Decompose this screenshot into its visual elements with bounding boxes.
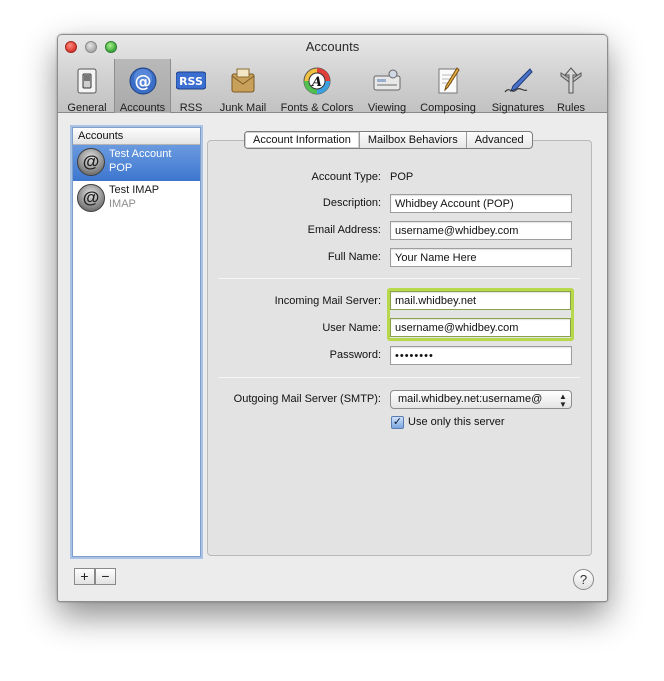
toolbar-viewing[interactable]: Viewing — [362, 63, 412, 114]
smtp-server-popup[interactable]: mail.whidbey.net:username@ ▲ ▼ — [390, 390, 572, 409]
toolbar-signatures[interactable]: Signatures — [486, 63, 550, 114]
tab-mailbox-behaviors[interactable]: Mailbox Behaviors — [358, 132, 466, 148]
account-name: Test IMAP — [109, 184, 160, 196]
incoming-server-label: Incoming Mail Server: — [274, 295, 381, 307]
signatures-icon — [504, 68, 533, 93]
rss-icon: RSS — [176, 71, 206, 90]
toolbar-general[interactable]: General — [64, 63, 110, 114]
password-field[interactable] — [390, 346, 572, 365]
toolbar-rss-label: RSS — [179, 102, 203, 114]
use-only-server-checkbox[interactable]: ✓ — [391, 416, 404, 429]
switch-icon — [77, 68, 97, 94]
toolbar-rss[interactable]: RSS RSS — [173, 63, 209, 114]
full-name-field[interactable] — [390, 248, 572, 267]
smtp-server-value: mail.whidbey.net:username@ — [398, 393, 543, 405]
toolbar-rules[interactable]: Rules — [552, 63, 590, 114]
svg-text:A: A — [310, 75, 322, 90]
toolbar-signatures-label: Signatures — [491, 102, 545, 114]
separator — [218, 278, 580, 279]
accounts-list[interactable]: Accounts @ Test Account POP @ Test IMAP … — [72, 127, 201, 557]
use-only-server-label: Use only this server — [408, 416, 505, 428]
viewing-icon — [373, 69, 401, 91]
toolbar-junk-mail-label: Junk Mail — [219, 102, 267, 114]
toolbar-composing-label: Composing — [420, 102, 476, 114]
email-address-field[interactable] — [390, 221, 572, 240]
add-account-button[interactable]: + — [74, 568, 95, 585]
at-sign-icon: @ — [77, 148, 105, 176]
user-name-label: User Name: — [322, 322, 381, 334]
toolbar-general-label: General — [67, 102, 107, 114]
toolbar-accounts-label: Accounts — [119, 102, 166, 114]
fonts-colors-icon: A — [303, 67, 331, 95]
account-type-value: POP — [390, 171, 414, 183]
email-address-label: Email Address: — [307, 224, 381, 236]
rules-icon — [560, 67, 582, 94]
account-type: IMAP — [109, 198, 136, 210]
description-field[interactable] — [390, 194, 572, 213]
at-sign-icon: @ — [129, 67, 156, 95]
account-name: Test Account — [109, 148, 172, 160]
accounts-window: Accounts General @ Accounts RSS RSS Junk… — [57, 34, 608, 602]
composing-icon — [438, 67, 460, 94]
account-item-test-imap[interactable]: @ Test IMAP IMAP — [73, 181, 200, 217]
toolbar: Accounts General @ Accounts RSS RSS Junk… — [58, 35, 607, 114]
incoming-server-field[interactable] — [390, 291, 571, 310]
remove-account-button[interactable]: − — [95, 568, 116, 585]
account-type-label: Account Type: — [311, 171, 381, 183]
user-name-field[interactable] — [390, 318, 571, 337]
help-button[interactable]: ? — [573, 569, 594, 590]
toolbar-accounts[interactable]: @ Accounts — [114, 59, 171, 114]
svg-text:RSS: RSS — [179, 75, 203, 88]
toolbar-fonts-colors-label: Fonts & Colors — [280, 102, 354, 114]
description-label: Description: — [322, 197, 381, 209]
tab-bar: Account Information Mailbox Behaviors Ad… — [244, 131, 533, 149]
popup-arrows-icon: ▲ ▼ — [559, 392, 567, 409]
toolbar-junk-mail[interactable]: Junk Mail — [214, 63, 272, 114]
tab-account-information[interactable]: Account Information — [245, 132, 359, 148]
window-title: Accounts — [305, 39, 360, 54]
password-label: Password: — [329, 349, 381, 361]
smtp-label: Outgoing Mail Server (SMTP): — [233, 393, 381, 405]
separator — [218, 377, 580, 378]
accounts-list-header: Accounts — [73, 128, 200, 145]
svg-text:@: @ — [134, 72, 151, 92]
toolbar-rules-label: Rules — [556, 102, 586, 114]
account-type: POP — [109, 162, 133, 174]
account-item-test-account[interactable]: @ Test Account POP — [73, 145, 200, 181]
tab-advanced[interactable]: Advanced — [465, 132, 532, 148]
toolbar-fonts-colors[interactable]: A Fonts & Colors — [275, 63, 359, 114]
toolbar-viewing-label: Viewing — [367, 102, 407, 114]
full-name-label: Full Name: — [327, 251, 381, 263]
junk-mail-icon — [231, 68, 255, 93]
toolbar-composing[interactable]: Composing — [416, 63, 480, 114]
at-sign-icon: @ — [77, 184, 105, 212]
